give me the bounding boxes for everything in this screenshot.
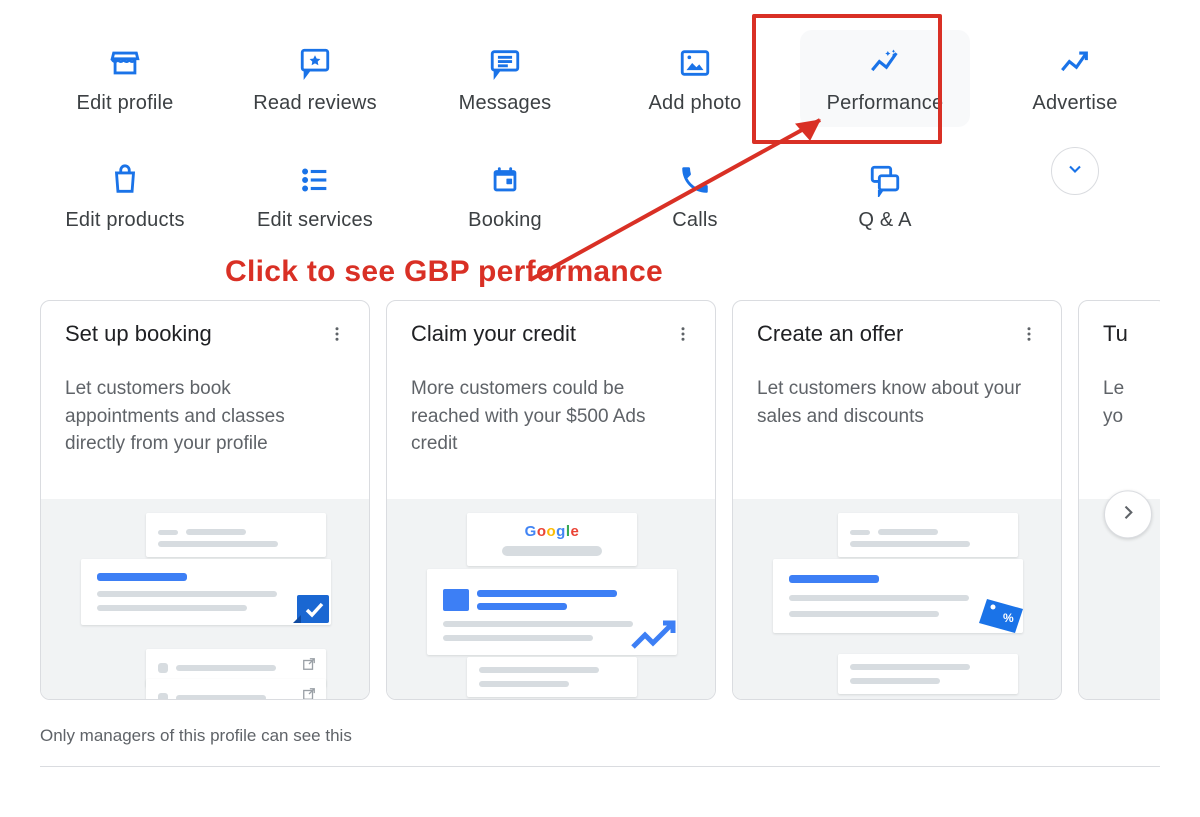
nav-label: Calls xyxy=(672,209,717,232)
suggestion-cards-row: Set up booking Let customers book appoin… xyxy=(40,300,1160,700)
nav-label: Edit products xyxy=(65,209,184,232)
nav-qa[interactable]: Q & A xyxy=(800,147,970,244)
card-title: Set up booking xyxy=(65,321,212,347)
card-title: Claim your credit xyxy=(411,321,576,347)
card-illustration: Google xyxy=(387,499,715,699)
nav-edit-profile[interactable]: Edit profile xyxy=(40,30,210,127)
nav-toggle-button[interactable] xyxy=(1051,147,1099,195)
calls-icon xyxy=(676,161,714,199)
card-body: Le yo xyxy=(1079,351,1160,499)
chevron-right-icon xyxy=(1118,502,1138,527)
visibility-note: Only managers of this profile can see th… xyxy=(40,726,1160,767)
card-menu-button[interactable] xyxy=(671,322,695,346)
products-icon xyxy=(106,161,144,199)
review-star-icon xyxy=(296,44,334,82)
nav-label: Read reviews xyxy=(253,92,377,115)
nav-performance[interactable]: Performance xyxy=(800,30,970,127)
advertise-icon xyxy=(1056,44,1094,82)
nav-label: Advertise xyxy=(1032,92,1117,115)
card-menu-button[interactable] xyxy=(1017,322,1041,346)
card-title: Tu xyxy=(1103,321,1128,347)
nav-calls[interactable]: Calls xyxy=(610,147,780,244)
card-illustration: % xyxy=(733,499,1061,699)
nav-advertise[interactable]: Advertise xyxy=(990,30,1160,127)
services-icon xyxy=(296,161,334,199)
nav-label: Q & A xyxy=(858,209,911,232)
nav-add-photo[interactable]: Add photo xyxy=(610,30,780,127)
nav-edit-services[interactable]: Edit services xyxy=(230,147,400,244)
storefront-icon xyxy=(106,44,144,82)
card-set-up-booking[interactable]: Set up booking Let customers book appoin… xyxy=(40,300,370,700)
nav-label: Edit services xyxy=(257,209,373,232)
booking-icon xyxy=(486,161,524,199)
nav-edit-products[interactable]: Edit products xyxy=(40,147,210,244)
card-claim-credit[interactable]: Claim your credit More customers could b… xyxy=(386,300,716,700)
nav-messages[interactable]: Messages xyxy=(420,30,590,127)
annotation-text: Click to see GBP performance xyxy=(225,255,663,289)
qa-icon xyxy=(866,161,904,199)
nav-grid: Edit profile Read reviews Messages xyxy=(40,30,1160,244)
nav-booking[interactable]: Booking xyxy=(420,147,590,244)
google-logo: Google xyxy=(479,523,625,540)
add-photo-icon xyxy=(676,44,714,82)
gbp-dashboard: Edit profile Read reviews Messages xyxy=(0,0,1200,807)
nav-label: Performance xyxy=(827,92,944,115)
chevron-down-icon xyxy=(1065,159,1085,184)
messages-icon xyxy=(486,44,524,82)
card-illustration xyxy=(41,499,369,699)
nav-label: Messages xyxy=(459,92,552,115)
svg-text:%: % xyxy=(1003,611,1014,625)
nav-label: Add photo xyxy=(649,92,742,115)
card-title: Create an offer xyxy=(757,321,903,347)
card-body: Let customers know about your sales and … xyxy=(733,351,1061,499)
card-create-offer[interactable]: Create an offer Let customers know about… xyxy=(732,300,1062,700)
nav-label: Booking xyxy=(468,209,542,232)
nav-read-reviews[interactable]: Read reviews xyxy=(230,30,400,127)
card-body: More customers could be reached with you… xyxy=(387,351,715,499)
nav-label: Edit profile xyxy=(77,92,174,115)
card-menu-button[interactable] xyxy=(325,322,349,346)
performance-icon xyxy=(866,44,904,82)
card-body: Let customers book appointments and clas… xyxy=(41,351,369,499)
cards-next-button[interactable] xyxy=(1104,490,1152,538)
